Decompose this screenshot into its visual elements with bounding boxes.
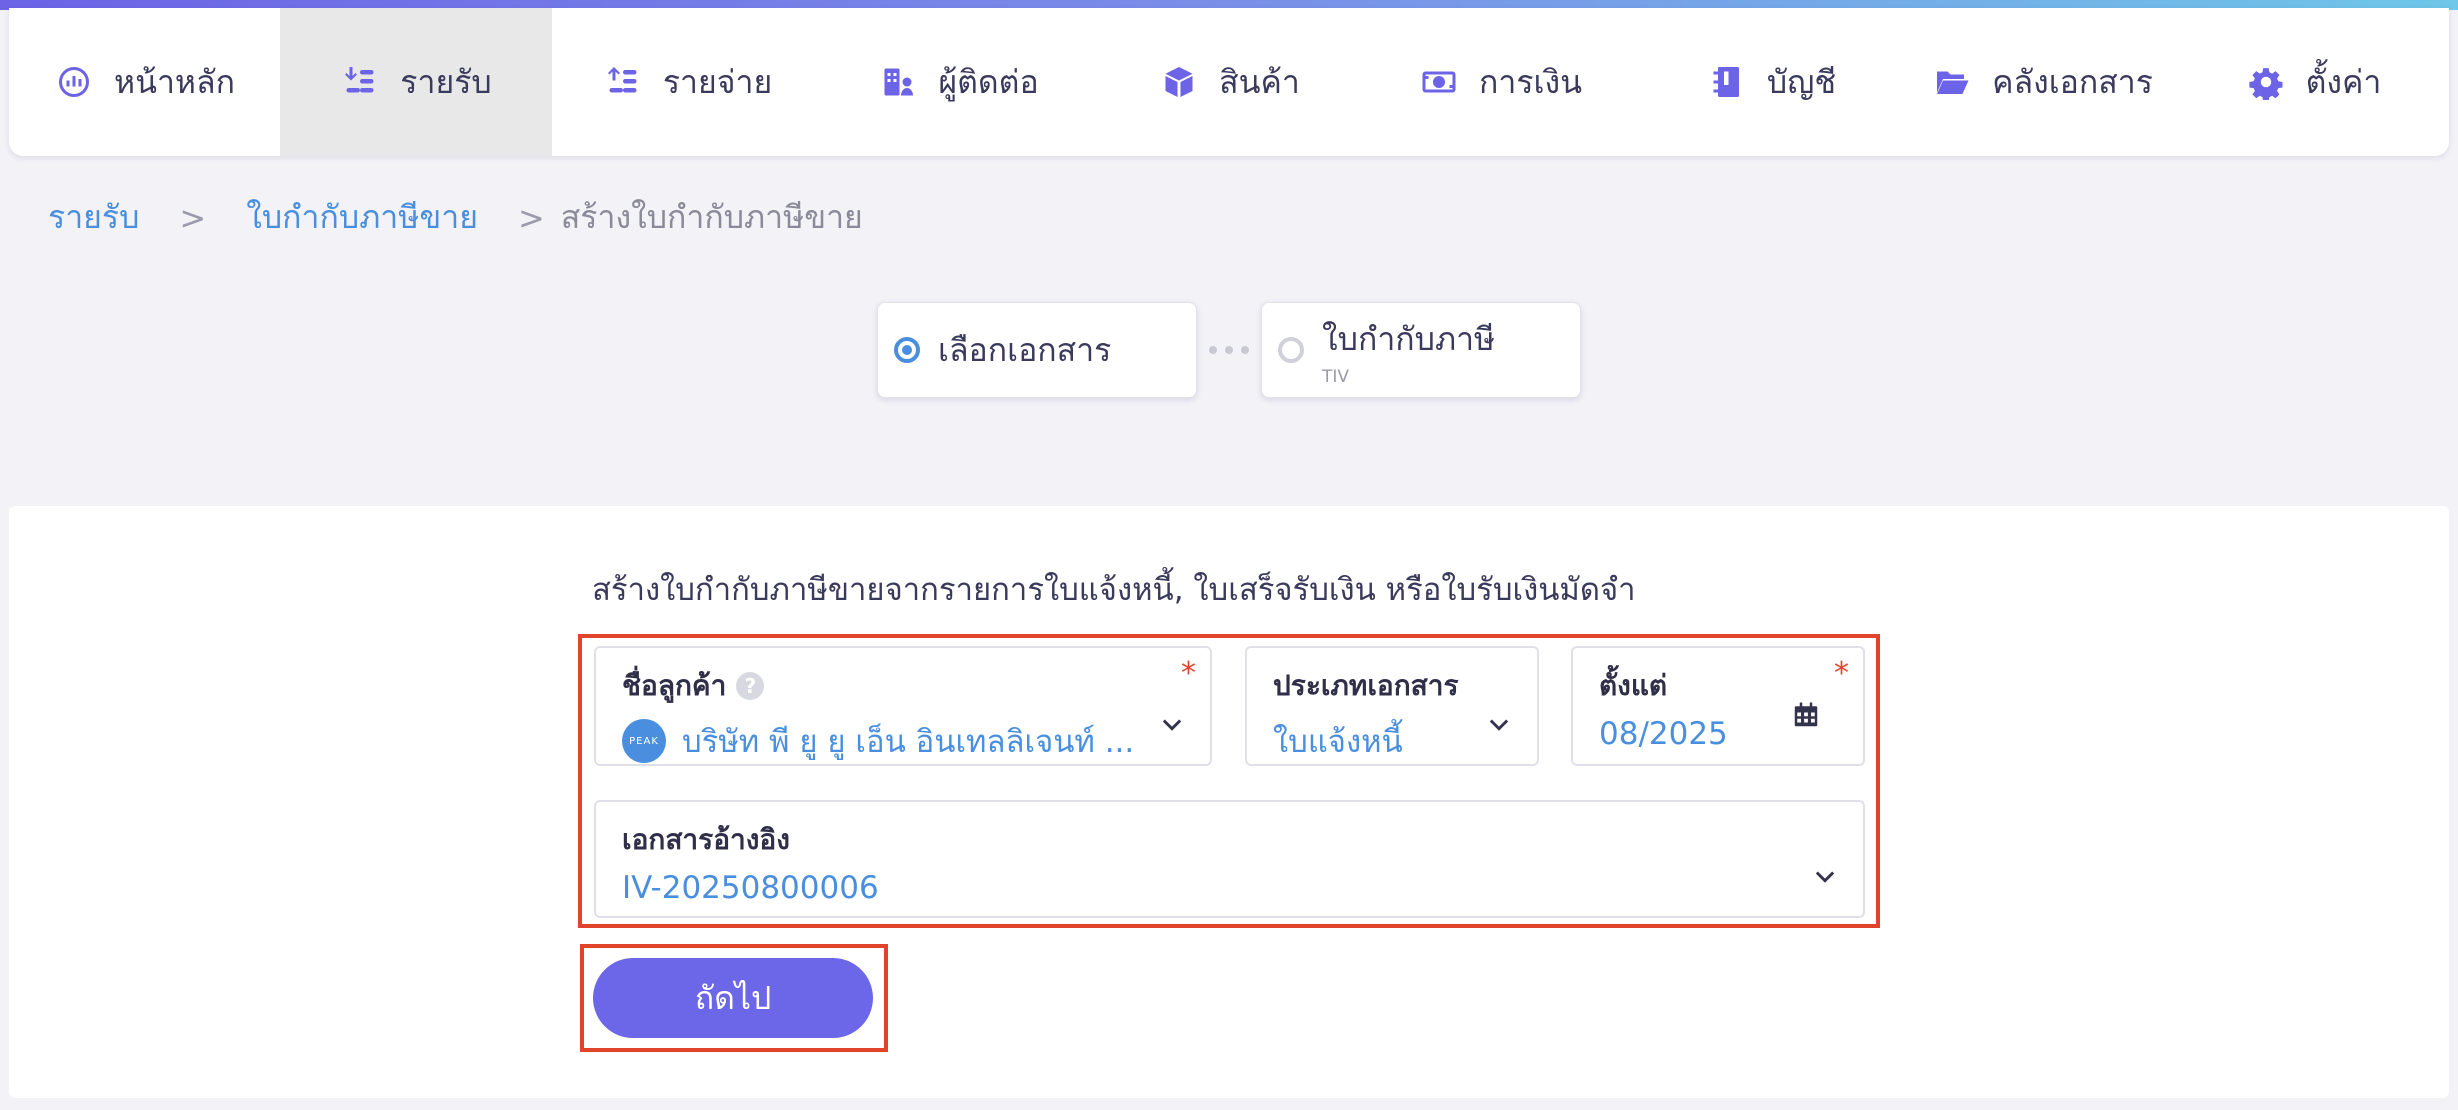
calendar-icon[interactable] [1791, 700, 1821, 730]
form-description: สร้างใบกำกับภาษีขายจากรายการใบแจ้งหนี้, … [592, 572, 1636, 608]
ledger-icon [1707, 62, 1747, 102]
required-mark: * [1181, 656, 1196, 691]
customer-label: ชื่อลูกค้า [622, 669, 727, 702]
breadcrumb-income-link[interactable]: รายรับ [48, 192, 139, 243]
folder-icon [1932, 62, 1972, 102]
step-label: เลือกเอกสาร [938, 330, 1112, 369]
breadcrumb-separator: > [179, 198, 207, 237]
expense-icon [603, 62, 643, 102]
nav-item-income[interactable]: รายรับ [280, 8, 552, 156]
nav-item-label: ผู้ติดต่อ [938, 62, 1039, 101]
customer-select[interactable]: ชื่อลูกค้า ? PEAK บริษัท พี ยู ยู เอ็น อ… [594, 646, 1212, 766]
nav-item-contacts[interactable]: ผู้ติดต่อ [823, 8, 1094, 156]
step-select-document[interactable]: เลือกเอกสาร [877, 302, 1197, 398]
dashboard-icon [54, 62, 94, 102]
nav-item-label: บัญชี [1766, 62, 1837, 101]
nav-item-documents[interactable]: คลังเอกสาร [1907, 8, 2178, 156]
nav-item-settings[interactable]: ตั้งค่า [2178, 8, 2449, 156]
income-icon [340, 62, 380, 102]
nav-item-accounting[interactable]: บัญชี [1636, 8, 1907, 156]
step-connector-dots [1197, 346, 1261, 354]
chevron-down-icon [1815, 871, 1835, 883]
reference-label: เอกสารอ้างอิง [622, 823, 790, 856]
nav-item-label: สินค้า [1219, 62, 1300, 101]
nav-item-expense[interactable]: รายจ่าย [552, 8, 823, 156]
step-sub-label: TIV [1322, 366, 1350, 387]
reference-value: IV-20250800006 [622, 870, 879, 906]
next-button[interactable]: ถัดไป [593, 958, 873, 1038]
nav-item-label: หน้าหลัก [113, 62, 235, 101]
breadcrumb-current: สร้างใบกำกับภาษีขาย [560, 198, 863, 236]
required-mark: * [1834, 656, 1849, 691]
since-label: ตั้งแต่ [1599, 669, 1668, 702]
nav-item-label: การเงิน [1479, 62, 1582, 101]
doc-type-select[interactable]: ประเภทเอกสาร ใบแจ้งหนี้ [1245, 646, 1539, 766]
help-icon[interactable]: ? [736, 672, 765, 700]
step-label: ใบกำกับภาษี [1322, 319, 1496, 358]
breadcrumb-separator: > [517, 198, 545, 237]
money-icon [1419, 62, 1459, 102]
chevron-down-icon [1489, 719, 1509, 731]
since-value: 08/2025 [1599, 716, 1728, 752]
step-active-radio-icon [894, 337, 920, 363]
wizard-steps: เลือกเอกสาร ใบกำกับภาษี TIV [877, 302, 1581, 398]
doc-type-label: ประเภทเอกสาร [1273, 669, 1459, 702]
nav-item-home[interactable]: หน้าหลัก [9, 8, 280, 156]
nav-item-products[interactable]: สินค้า [1094, 8, 1365, 156]
breadcrumb: รายรับ > ใบกำกับภาษีขาย > สร้างใบกำกับภา… [48, 192, 863, 243]
reference-document-select[interactable]: เอกสารอ้างอิง IV-20250800006 [594, 800, 1865, 918]
product-box-icon [1159, 62, 1199, 102]
nav-item-finance[interactable]: การเงิน [1365, 8, 1636, 156]
nav-item-label: คลังเอกสาร [1992, 62, 2153, 101]
breadcrumb-tax-invoice-link[interactable]: ใบกำกับภาษีขาย [246, 192, 478, 243]
since-date-picker[interactable]: ตั้งแต่ 08/2025 * [1571, 646, 1865, 766]
doc-type-value: ใบแจ้งหนี้ [1273, 724, 1403, 760]
gear-icon [2246, 62, 2286, 102]
chevron-down-icon [1162, 719, 1182, 731]
main-nav: หน้าหลัก รายรับ รายจ่าย ผู้ติดต่อ สินค้า… [9, 8, 2449, 156]
contacts-icon [878, 62, 918, 102]
nav-item-label: รายรับ [400, 62, 492, 101]
step-inactive-radio-icon [1278, 337, 1304, 363]
peak-logo-icon: PEAK [622, 719, 666, 763]
nav-item-label: รายจ่าย [662, 62, 773, 101]
customer-value: บริษัท พี ยู ยู เอ็น อินเทลลิเจนท์ ... [682, 724, 1135, 760]
step-tax-invoice[interactable]: ใบกำกับภาษี TIV [1261, 302, 1581, 398]
nav-item-label: ตั้งค่า [2305, 62, 2382, 101]
